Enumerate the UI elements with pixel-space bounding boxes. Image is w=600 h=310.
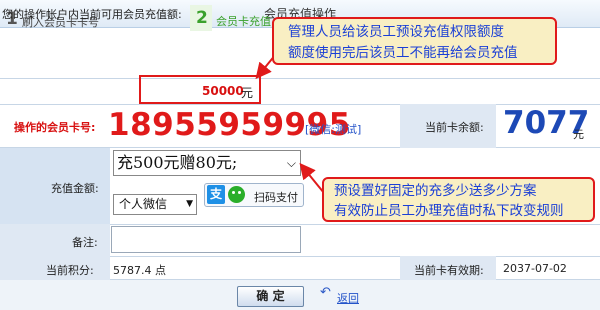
balance-label: 当前卡余额: <box>425 121 484 134</box>
payment-method-value: 个人微信 <box>119 197 168 211</box>
points-label: 当前积分: <box>46 264 94 277</box>
quota-annotation-line-2: 额度使用完后该员工不能再给会员充值 <box>288 45 518 61</box>
recharge-plan-value: 充500元赠80元; <box>117 153 238 172</box>
expiry-label: 当前卡有效期: <box>414 264 484 277</box>
card-owner-note: [微信:测试] <box>305 123 362 136</box>
plan-annotation-line-1: 预设置好固定的充多少送多少方案 <box>334 183 537 199</box>
expiry-value: 2037-07-02 <box>503 262 567 275</box>
quota-unit: 元 <box>241 86 254 100</box>
plan-annotation-line-2: 有效防止员工办理充值时私下改变规则 <box>334 203 564 219</box>
alipay-icon: 支 <box>207 185 225 204</box>
scan-pay-label: 扫码支付 <box>254 191 298 204</box>
quota-label: 您的操作帐户内当前可用会员充值额: <box>2 8 182 21</box>
back-link[interactable]: 返回 <box>337 290 359 306</box>
quota-value: 50000 <box>202 84 244 98</box>
chevron-down-icon: ⌵ <box>286 156 296 170</box>
chevron-down-icon: ▼ <box>186 199 193 209</box>
remark-input[interactable] <box>111 226 301 253</box>
recharge-plan-select[interactable]: 充500元赠80元; ⌵ <box>113 150 301 176</box>
quota-annotation-callout: 管理人员给该员工预设充值权限额度 额度使用完后该员工不能再给会员充值 <box>272 17 557 65</box>
remark-label: 备注: <box>72 236 98 249</box>
balance-unit: 元 <box>573 128 584 141</box>
step-2-label: 会员卡充值 <box>216 15 271 28</box>
back-arrow-icon[interactable]: ↶ <box>320 285 331 300</box>
confirm-button[interactable]: 确 定 <box>237 286 304 307</box>
payment-method-select[interactable]: 个人微信 ▼ <box>113 194 197 215</box>
card-number-label: 操作的会员卡号: <box>14 121 96 134</box>
step-2-number: 2 <box>196 8 208 28</box>
points-value: 5787.4 点 <box>113 264 166 277</box>
amount-label: 充值金额: <box>51 182 99 195</box>
plan-annotation-callout: 预设置好固定的充多少送多少方案 有效防止员工办理充值时私下改变规则 <box>322 177 595 222</box>
wechat-pay-icon <box>228 186 245 203</box>
quota-annotation-line-1: 管理人员给该员工预设充值权限额度 <box>288 24 504 40</box>
quota-row <box>0 78 600 102</box>
